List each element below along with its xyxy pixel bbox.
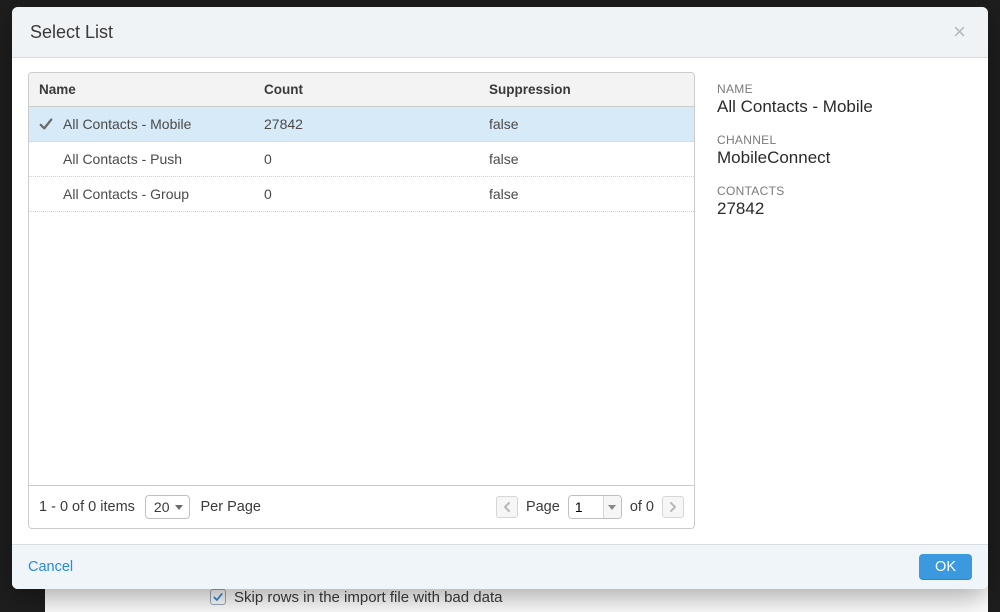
column-header-name[interactable]: Name: [29, 73, 254, 106]
details-pane: NAME All Contacts - Mobile CHANNEL Mobil…: [717, 72, 972, 544]
pager-right: Page of 0: [496, 495, 684, 519]
detail-name-label: NAME: [717, 82, 972, 96]
row-name: All Contacts - Push: [63, 151, 182, 167]
page-of-text: of 0: [630, 499, 654, 515]
row-suppression: false: [479, 107, 694, 141]
table-header-row: Name Count Suppression: [29, 73, 694, 107]
row-suppression: false: [479, 142, 694, 176]
checkmark-placeholder: [39, 187, 53, 201]
modal-body: Name Count Suppression All Contacts - Mo…: [12, 58, 988, 544]
detail-channel-label: CHANNEL: [717, 133, 972, 147]
column-header-suppression[interactable]: Suppression: [479, 73, 694, 106]
table-row[interactable]: All Contacts - Group 0 false: [29, 177, 694, 212]
row-count: 0: [254, 142, 479, 176]
modal-header: Select List ×: [12, 7, 988, 58]
modal-footer: Cancel OK: [12, 544, 988, 589]
list-table: Name Count Suppression All Contacts - Mo…: [28, 72, 695, 486]
column-header-count[interactable]: Count: [254, 73, 479, 106]
page-stepper-button[interactable]: [603, 496, 621, 518]
page-number-input[interactable]: [569, 496, 603, 518]
row-suppression: false: [479, 177, 694, 211]
page-label: Page: [526, 499, 560, 515]
table-row[interactable]: All Contacts - Mobile 27842 false: [29, 107, 694, 142]
row-name: All Contacts - Mobile: [63, 116, 191, 132]
pager-bar: 1 - 0 of 0 items 20 Per Page Page of 0: [28, 486, 695, 529]
page-size-select[interactable]: 20: [145, 495, 191, 519]
modal-title: Select List: [30, 22, 113, 43]
cancel-button[interactable]: Cancel: [28, 559, 73, 575]
detail-contacts-label: CONTACTS: [717, 184, 972, 198]
table-body: All Contacts - Mobile 27842 false All Co…: [29, 107, 694, 485]
select-list-modal: Select List × Name Count Suppression: [12, 7, 988, 589]
ok-button[interactable]: OK: [919, 554, 972, 580]
skip-bad-rows-label: Skip rows in the import file with bad da…: [234, 589, 502, 606]
next-page-button[interactable]: [662, 496, 684, 518]
prev-page-button[interactable]: [496, 496, 518, 518]
list-pane: Name Count Suppression All Contacts - Mo…: [28, 72, 695, 544]
page-number-input-wrap: [568, 495, 622, 519]
checkmark-placeholder: [39, 152, 53, 166]
row-count: 27842: [254, 107, 479, 141]
per-page-label: Per Page: [200, 499, 260, 515]
detail-name-value: All Contacts - Mobile: [717, 97, 972, 117]
row-name: All Contacts - Group: [63, 186, 189, 202]
pager-range-text: 1 - 0 of 0 items: [39, 499, 135, 515]
row-count: 0: [254, 177, 479, 211]
checkmark-icon: [39, 117, 53, 131]
close-icon[interactable]: ×: [949, 19, 970, 45]
detail-contacts-value: 27842: [717, 199, 972, 219]
skip-bad-rows-checkbox[interactable]: [210, 589, 226, 605]
table-row[interactable]: All Contacts - Push 0 false: [29, 142, 694, 177]
detail-channel-value: MobileConnect: [717, 148, 972, 168]
pager-left: 1 - 0 of 0 items 20 Per Page: [39, 495, 261, 519]
